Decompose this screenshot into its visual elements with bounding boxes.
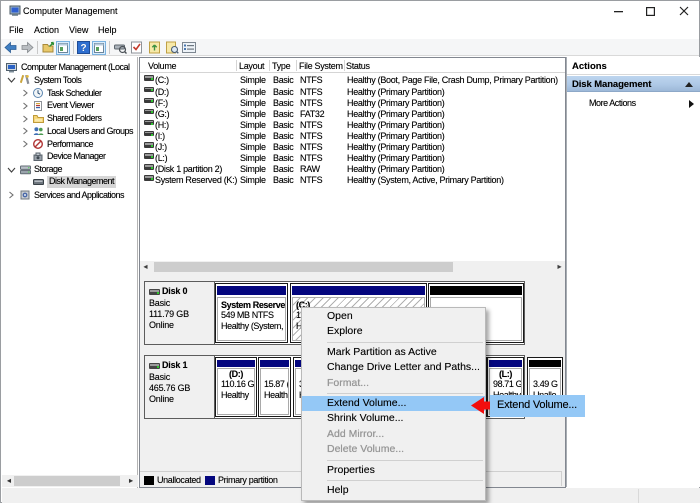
svg-text:?: ? (80, 43, 86, 54)
